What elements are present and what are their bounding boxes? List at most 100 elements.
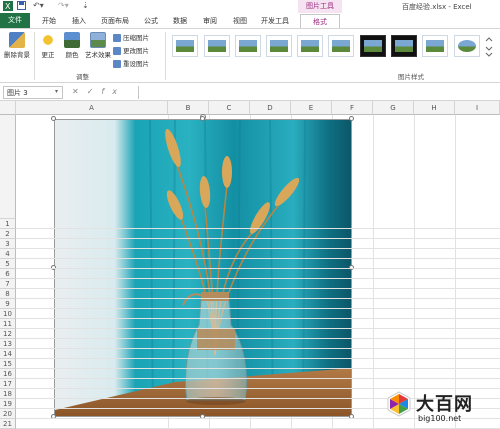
tab-home[interactable]: 开始 <box>37 14 61 28</box>
reset-picture-label: 重设图片 <box>123 60 149 68</box>
name-box[interactable]: 图片 3 <box>3 86 63 99</box>
gridline <box>16 368 500 369</box>
adjust-group-label: 调整 <box>76 73 89 81</box>
picture-style-2[interactable] <box>204 35 230 57</box>
picture-style-4[interactable] <box>266 35 292 57</box>
resize-handle-top-left[interactable] <box>51 116 56 121</box>
gridline <box>16 248 500 249</box>
gallery-scroll-icon <box>485 37 493 57</box>
group-separator <box>165 32 166 80</box>
change-picture-button[interactable]: 更改图片 <box>113 45 149 55</box>
window-title: 百度经验.xlsx - Excel <box>402 3 472 11</box>
row-header[interactable]: 8 <box>0 289 16 299</box>
insert-function-icon[interactable]: fx <box>101 87 125 96</box>
picture-style-10[interactable] <box>454 35 480 57</box>
color-button[interactable]: 颜色 <box>61 32 83 59</box>
formula-bar-icons: ✕✓fx <box>72 87 125 96</box>
tab-formulas[interactable]: 公式 <box>139 14 163 28</box>
row-header[interactable]: 18 <box>0 389 16 399</box>
row-header[interactable]: 2 <box>0 229 16 239</box>
row-header[interactable]: 13 <box>0 339 16 349</box>
gridline <box>16 358 500 359</box>
compress-pictures-button[interactable]: 压缩图片 <box>113 32 149 42</box>
excel-app-icon: X <box>3 1 13 13</box>
enter-icon[interactable]: ✓ <box>87 87 102 96</box>
artistic-effects-label: 艺术效果 <box>85 51 111 59</box>
tab-insert[interactable]: 插入 <box>67 14 91 28</box>
picture-style-6[interactable] <box>328 35 354 57</box>
picture-style-9[interactable] <box>422 35 448 57</box>
gridline <box>16 278 500 279</box>
artistic-effects-button[interactable]: 艺术效果 <box>84 32 112 59</box>
column-header-c[interactable]: C <box>209 101 250 115</box>
row-header[interactable]: 10 <box>0 309 16 319</box>
column-header-a[interactable]: A <box>16 101 168 115</box>
column-header-b[interactable]: B <box>168 101 209 115</box>
row-header[interactable]: 14 <box>0 349 16 359</box>
column-header-d[interactable]: D <box>250 101 291 115</box>
undo-icon[interactable]: ↶▾ <box>33 1 44 10</box>
redo-icon[interactable]: ↷▾ <box>58 1 69 10</box>
title-bar: X ↶▾ ↷▾ ⇣ 图片工具 百度经验.xlsx - Excel <box>0 0 500 13</box>
artistic-effects-icon <box>90 32 106 48</box>
row-header[interactable]: 9 <box>0 299 16 309</box>
row-header[interactable]: 15 <box>0 359 16 369</box>
tab-data[interactable]: 数据 <box>168 14 192 28</box>
tab-review[interactable]: 审阅 <box>198 14 222 28</box>
corrections-button[interactable]: 更正 <box>37 32 59 59</box>
compress-icon <box>113 34 121 42</box>
row-header[interactable]: 3 <box>0 239 16 249</box>
row-header[interactable]: 7 <box>0 279 16 289</box>
row-header[interactable]: 11 <box>0 319 16 329</box>
column-header-h[interactable]: H <box>414 101 455 115</box>
resize-handle-top-right[interactable] <box>349 116 354 121</box>
row-header[interactable]: 12 <box>0 329 16 339</box>
row-header[interactable]: 16 <box>0 369 16 379</box>
ribbon: 删除背景 更正 颜色 艺术效果 压缩图片 更改图片 重设图片 调整 图片样式 <box>0 28 500 83</box>
gridline <box>16 228 500 229</box>
reset-picture-icon <box>113 60 121 68</box>
row-header[interactable]: 17 <box>0 379 16 389</box>
cancel-icon[interactable]: ✕ <box>72 87 87 96</box>
row-header[interactable]: 21 <box>0 419 16 429</box>
column-header-g[interactable]: G <box>373 101 414 115</box>
remove-background-button[interactable]: 删除背景 <box>2 32 32 59</box>
tab-page-layout[interactable]: 页面布局 <box>97 14 133 28</box>
tab-file[interactable]: 文件 <box>0 13 30 28</box>
row-header[interactable]: 20 <box>0 409 16 419</box>
watermark: 大百网 big100.net <box>382 388 500 429</box>
row-header[interactable]: 6 <box>0 269 16 279</box>
column-header-f[interactable]: F <box>332 101 373 115</box>
tab-format[interactable]: 格式 <box>300 14 340 28</box>
resize-handle-top[interactable] <box>200 116 205 121</box>
picture-style-3[interactable] <box>235 35 261 57</box>
picture-style-5[interactable] <box>297 35 323 57</box>
gridline <box>414 115 415 429</box>
gridline <box>455 115 456 429</box>
column-header-i[interactable]: I <box>455 101 500 115</box>
reset-picture-button[interactable]: 重设图片 <box>113 58 149 68</box>
picture-style-8[interactable] <box>391 35 417 57</box>
save-icon[interactable] <box>17 1 26 12</box>
name-box-dropdown-icon[interactable]: ▾ <box>55 88 58 95</box>
worksheet-grid[interactable]: A B C D E F G H I 1 2 3 4 5 6 7 8 9 10 1… <box>0 101 500 429</box>
select-all-corner[interactable] <box>0 101 16 115</box>
watermark-logo-icon <box>387 391 411 417</box>
row-header[interactable]: 1 <box>0 219 16 229</box>
tab-developer[interactable]: 开发工具 <box>257 14 293 28</box>
formula-input[interactable] <box>138 86 500 99</box>
row-header[interactable]: 4 <box>0 249 16 259</box>
remove-background-label: 删除背景 <box>4 51 30 59</box>
picture-styles-group-label: 图片样式 <box>398 73 424 81</box>
picture-style-1[interactable] <box>172 35 198 57</box>
customize-toolbar-icon[interactable]: ⇣ <box>82 1 89 10</box>
tab-view[interactable]: 视图 <box>228 14 252 28</box>
gridline <box>16 308 500 309</box>
color-label: 颜色 <box>65 51 79 59</box>
column-header-e[interactable]: E <box>291 101 332 115</box>
gridline <box>16 258 500 259</box>
row-header[interactable]: 19 <box>0 399 16 409</box>
gallery-scroll[interactable] <box>484 35 498 57</box>
picture-style-7[interactable] <box>360 35 386 57</box>
row-header[interactable]: 5 <box>0 259 16 269</box>
